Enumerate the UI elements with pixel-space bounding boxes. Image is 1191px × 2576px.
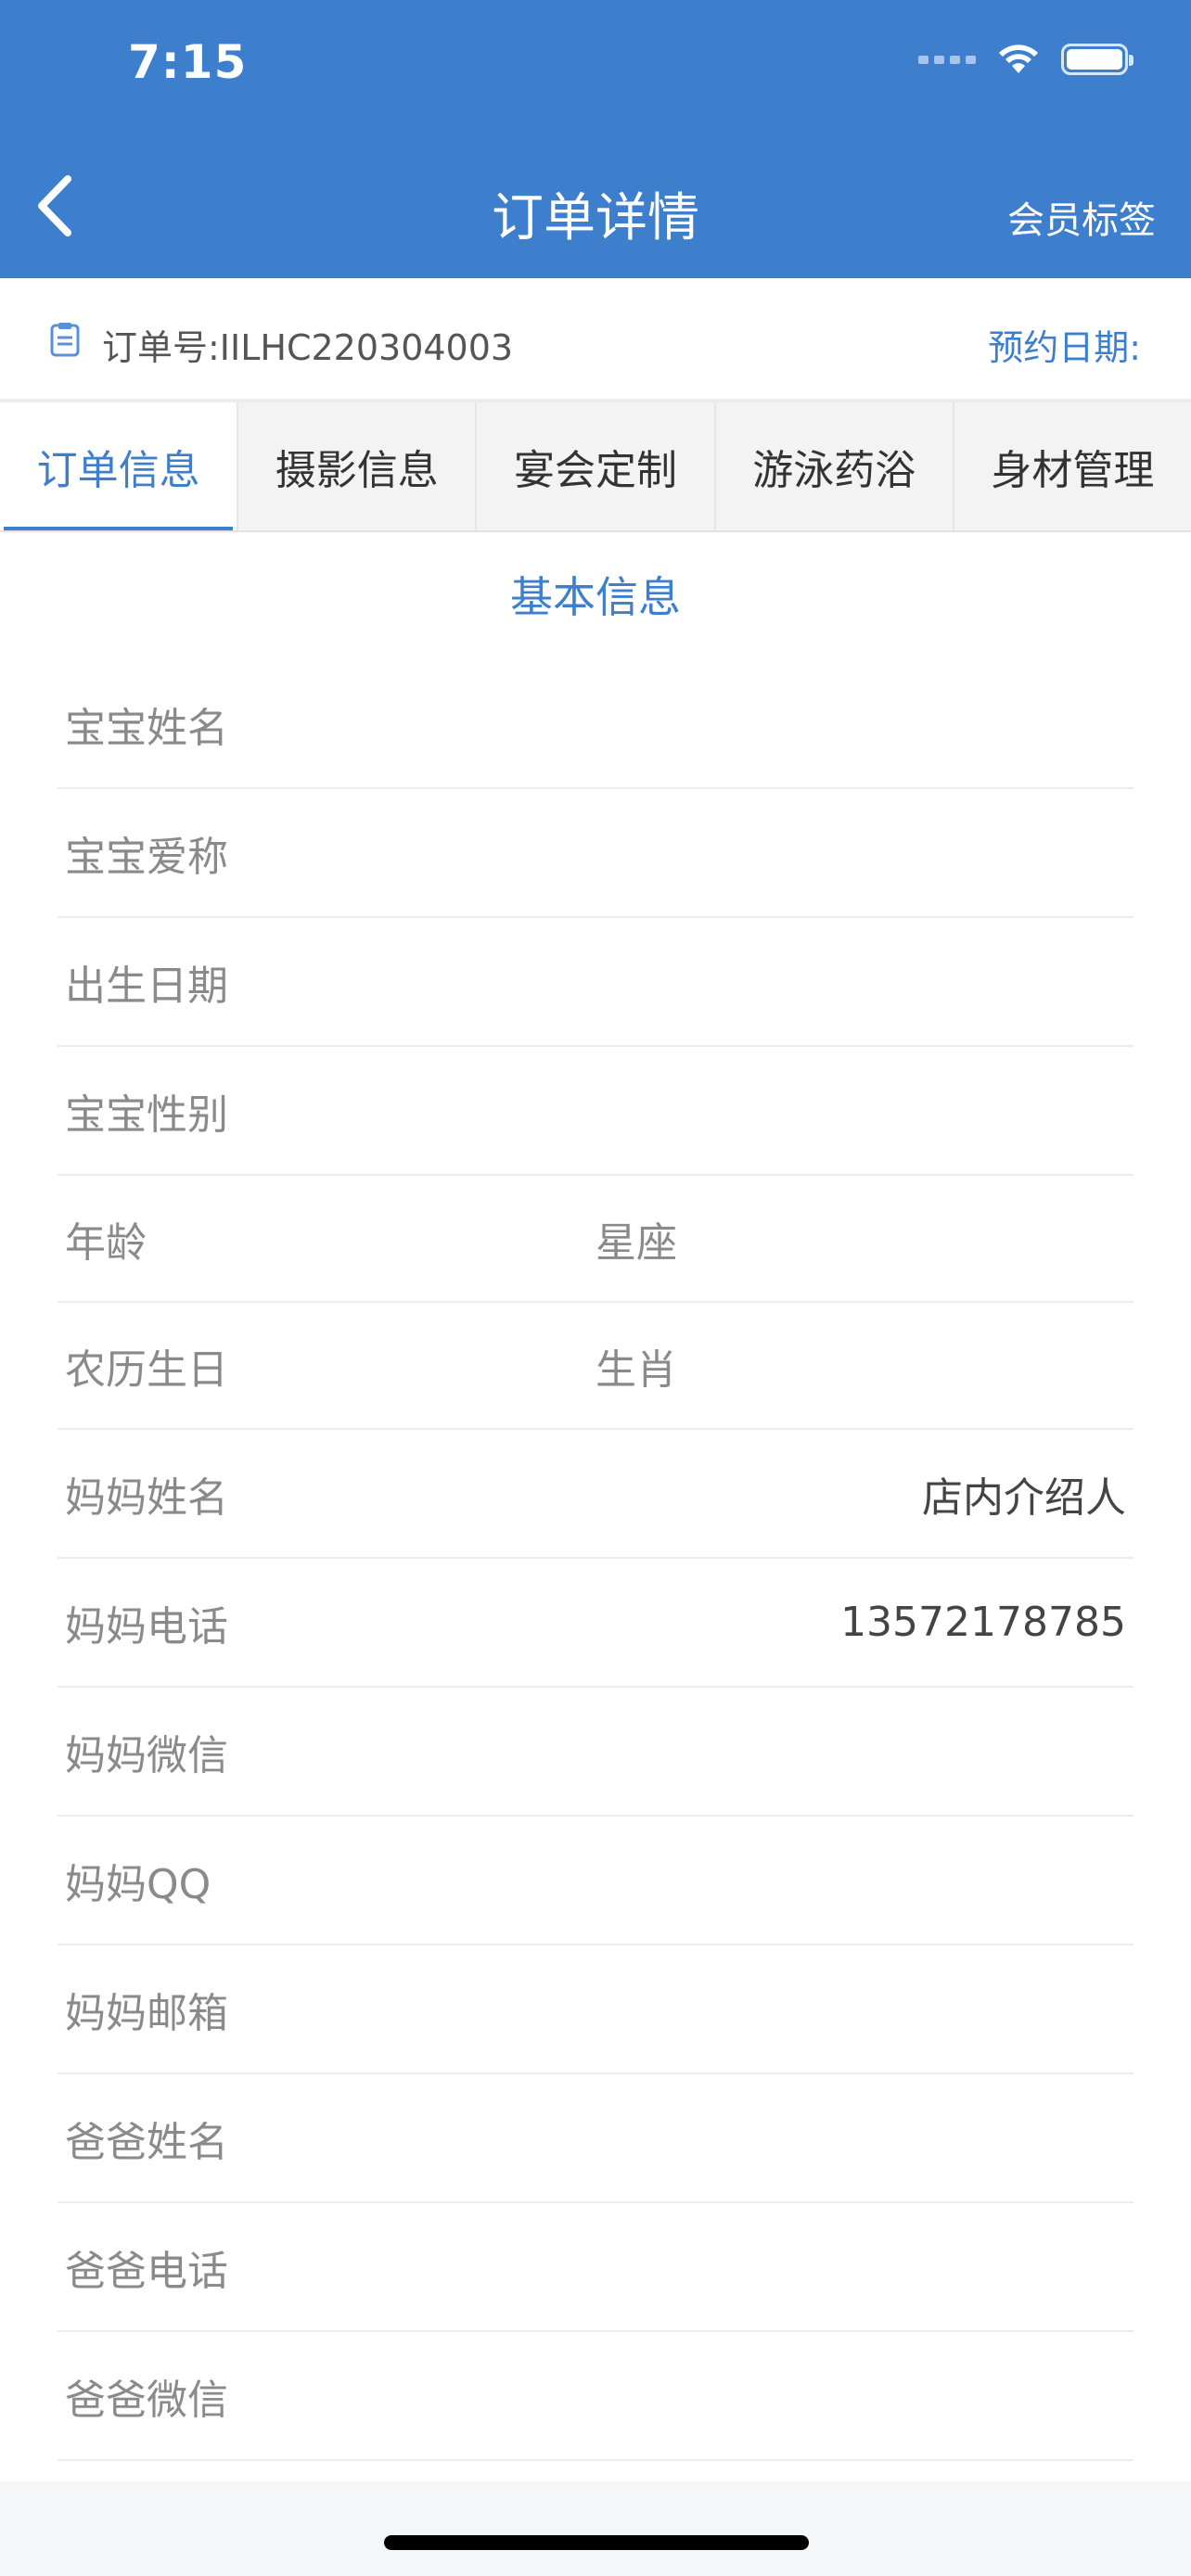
field-label: 宝宝爱称 — [65, 833, 228, 881]
battery-icon — [1061, 44, 1133, 75]
section-title: 基本信息 — [510, 572, 681, 622]
field-age[interactable]: 年龄 — [58, 1209, 596, 1269]
field-row-lunar-zodiac: 农历生日 生肖 — [58, 1303, 1133, 1430]
field-label: 妈妈电话 — [65, 1602, 228, 1651]
field-lunar-birthday[interactable]: 农历生日 — [58, 1336, 596, 1396]
field-label: 妈妈邮箱 — [65, 1989, 228, 2037]
field-value: 店内介绍人 — [922, 1473, 1126, 1522]
field-label: 农历生日 — [65, 1345, 228, 1394]
field-mother-qq[interactable]: 妈妈QQ — [58, 1817, 1133, 1945]
tab-swim-bath[interactable]: 游泳药浴 — [716, 402, 954, 530]
tab-body-management[interactable]: 身材管理 — [954, 402, 1191, 530]
field-label: 宝宝姓名 — [65, 704, 228, 752]
field-label: 生肖 — [596, 1345, 677, 1394]
field-constellation[interactable]: 星座 — [596, 1209, 1133, 1269]
field-row-age-constellation: 年龄 星座 — [58, 1176, 1133, 1303]
field-zodiac[interactable]: 生肖 — [596, 1336, 1133, 1396]
field-father-phone[interactable]: 爸爸电话 — [58, 2203, 1133, 2332]
member-tags-button[interactable]: 会员标签 — [1007, 190, 1156, 244]
order-info-bar: 订单号:IILHC220304003 预约日期: — [0, 278, 1191, 402]
field-mother-phone[interactable]: 妈妈电话 13572178785 — [58, 1559, 1133, 1688]
field-father-name[interactable]: 爸爸姓名 — [58, 2074, 1133, 2203]
basic-info-form: 宝宝姓名 宝宝爱称 出生日期 宝宝性别 年龄 星座 农历生日 生肖 妈妈姓名 店… — [58, 660, 1133, 2461]
booking-date: 预约日期: — [988, 327, 1141, 368]
field-baby-name[interactable]: 宝宝姓名 — [58, 660, 1133, 789]
field-label: 宝宝性别 — [65, 1090, 228, 1139]
tab-photography-info[interactable]: 摄影信息 — [238, 402, 478, 530]
wifi-icon — [999, 45, 1038, 73]
field-label: 年龄 — [65, 1218, 147, 1267]
field-mother-wechat[interactable]: 妈妈微信 — [58, 1688, 1133, 1817]
field-mother-name[interactable]: 妈妈姓名 店内介绍人 — [58, 1430, 1133, 1559]
order-number: 订单号:IILHC220304003 — [102, 327, 514, 368]
field-label: 妈妈微信 — [65, 1731, 228, 1779]
home-indicator[interactable] — [384, 2535, 809, 2550]
field-label: 出生日期 — [65, 962, 228, 1010]
field-label: 爸爸电话 — [65, 2247, 228, 2295]
field-label: 爸爸姓名 — [65, 2118, 228, 2166]
field-label: 妈妈QQ — [65, 1860, 211, 1908]
field-label: 星座 — [596, 1218, 677, 1267]
field-label: 妈妈姓名 — [65, 1473, 228, 1522]
clipboard-icon — [50, 323, 80, 357]
field-baby-gender[interactable]: 宝宝性别 — [58, 1047, 1133, 1176]
field-label: 爸爸微信 — [65, 2376, 228, 2424]
field-birth-date[interactable]: 出生日期 — [58, 918, 1133, 1047]
status-time: 7:15 — [128, 35, 248, 89]
nav-header: 7:15 订单详情 会员标签 — [0, 0, 1191, 278]
tab-bar: 订单信息 摄影信息 宴会定制 游泳药浴 身材管理 — [0, 402, 1191, 532]
bottom-safe-area — [0, 2481, 1191, 2576]
field-value: 13572178785 — [840, 1599, 1126, 1646]
field-father-wechat[interactable]: 爸爸微信 — [58, 2332, 1133, 2461]
field-baby-nickname[interactable]: 宝宝爱称 — [58, 789, 1133, 918]
tab-banquet-custom[interactable]: 宴会定制 — [477, 402, 716, 530]
status-indicators — [918, 43, 1133, 76]
tab-order-info[interactable]: 订单信息 — [0, 402, 239, 530]
signal-icon — [918, 55, 976, 64]
field-mother-email[interactable]: 妈妈邮箱 — [58, 1945, 1133, 2074]
